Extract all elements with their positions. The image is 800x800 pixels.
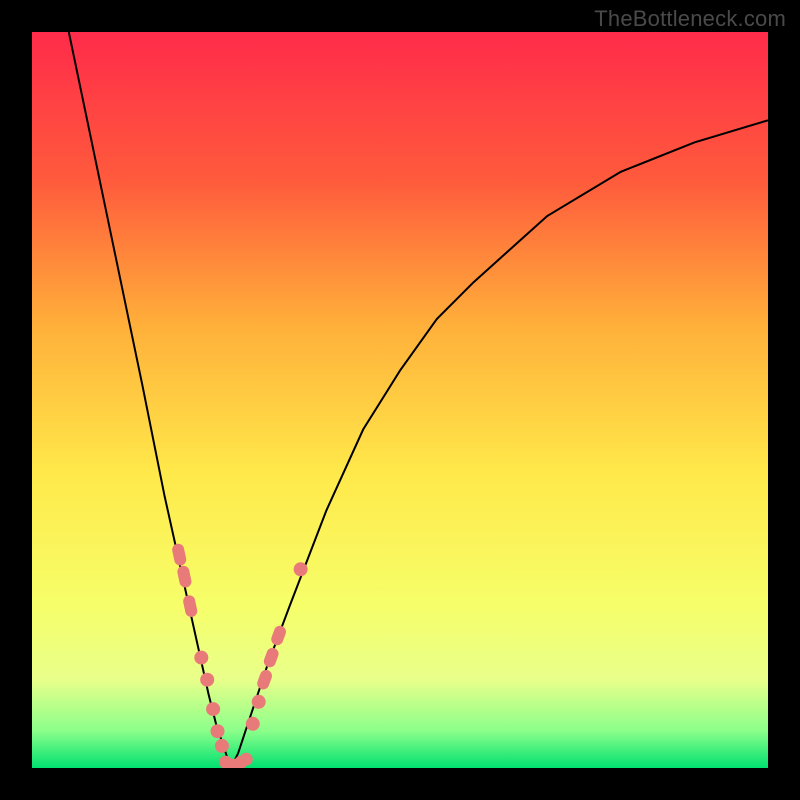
data-marker — [252, 695, 266, 709]
data-marker — [171, 543, 187, 567]
data-marker — [176, 565, 192, 589]
data-marker — [194, 651, 208, 665]
data-marker — [246, 717, 260, 731]
watermark-text: TheBottleneck.com — [594, 6, 786, 32]
data-marker — [294, 562, 308, 576]
data-marker — [256, 668, 274, 691]
plot-area — [32, 32, 768, 768]
data-marker — [240, 753, 253, 766]
data-marker — [215, 739, 229, 753]
bottleneck-curve — [69, 32, 768, 768]
data-marker — [211, 724, 225, 738]
data-marker — [262, 646, 280, 669]
curve-svg — [32, 32, 768, 768]
chart-frame: TheBottleneck.com — [0, 0, 800, 800]
data-marker — [270, 624, 288, 647]
data-marker — [206, 702, 220, 716]
data-marker — [182, 594, 198, 618]
data-marker — [200, 673, 214, 687]
